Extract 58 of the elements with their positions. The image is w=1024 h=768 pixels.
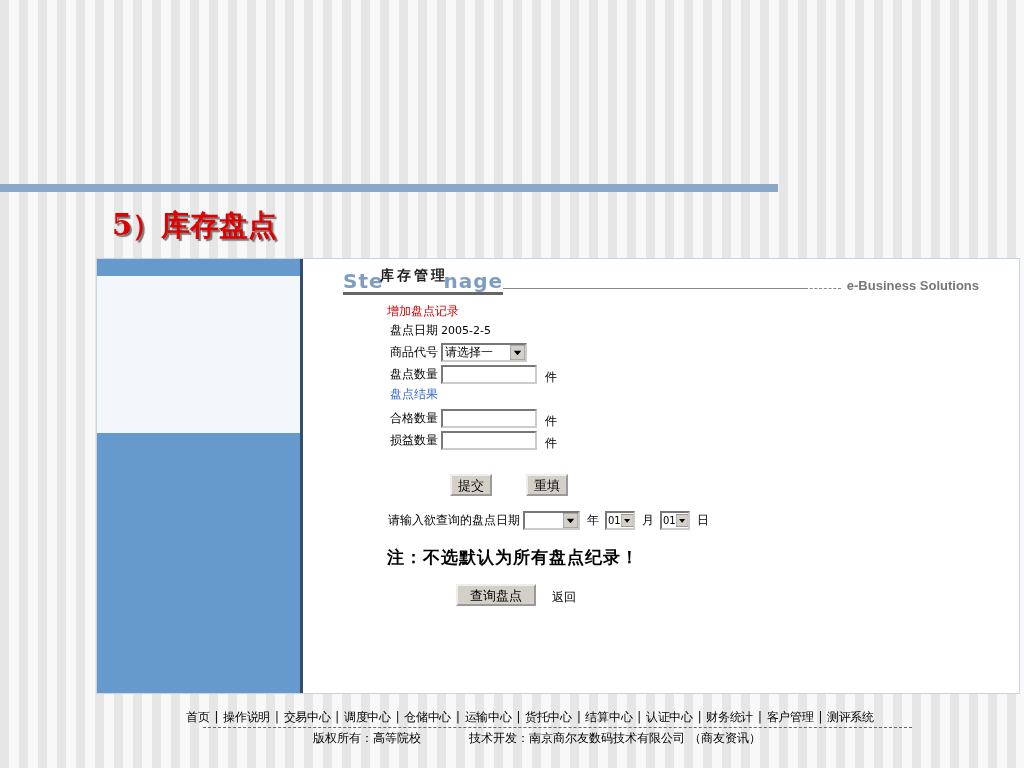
nav-link[interactable]: 认证中心 [645,710,693,725]
dropdown-arrow-icon[interactable] [620,513,633,528]
nav-link[interactable]: 首页 [186,710,210,725]
field-label: 合格数量 [390,409,438,427]
separator: | [818,710,823,725]
date-value: 2005-2-5 [441,323,491,337]
separator: | [697,710,702,725]
separator: | [335,710,339,725]
separator: | [576,710,581,725]
unit-label: 件 [545,412,557,430]
separator: | [637,710,641,725]
nav-link[interactable]: 仓储中心 [404,710,452,725]
separator: | [214,710,219,725]
back-link[interactable]: 返回 [552,583,576,606]
form-button[interactable]: 提交 [450,474,492,496]
separator: | [758,710,762,725]
separator: | [456,710,460,725]
dropdown-arrow-icon[interactable] [510,344,525,360]
nav-link[interactable]: 货托中心 [525,710,572,725]
field-label: 损益数量 [390,431,438,449]
input-field[interactable] [441,430,537,450]
nav-link[interactable]: 操作说明 [223,710,270,725]
dropdown-arrow-icon[interactable] [675,513,688,528]
nav-link[interactable]: 运输中心 [464,710,512,725]
developer-text: 技术开发：南京商尔友数码技术有限公司 （商友资讯） [469,731,761,746]
nav-link[interactable]: 测评系统 [827,710,874,725]
separator: | [274,710,279,725]
tagline: e-Business Solutions [846,277,979,295]
unit-label: 件 [545,368,557,386]
slide-title: 5）库存盘点 [112,208,279,244]
nav-link[interactable]: 财务统计 [706,710,754,725]
dropdown[interactable]: 请选择一 [441,342,527,362]
unit-label: 月 [642,512,654,529]
form-button[interactable]: 重填 [526,474,568,496]
copyright-text: 版权所有：高等院校 [313,731,421,746]
field-label: 商品代号 [390,343,438,361]
note-text: 注：不选默认为所有盘点纪录！ [387,546,640,569]
query-button[interactable]: 查询盘点 [456,583,536,606]
dropdown[interactable] [523,511,580,530]
field-label: 盘点日期 [390,321,438,339]
input-field[interactable] [441,364,537,384]
nav-link[interactable]: 结算中心 [585,710,633,725]
separator: | [395,710,400,725]
field-label: 盘点数量 [390,365,438,383]
nav-link[interactable]: 交易中心 [283,710,331,725]
nav-link[interactable]: 调度中心 [343,710,391,725]
unit-label: 件 [545,434,557,452]
nav-link[interactable]: 客户管理 [766,710,814,725]
unit-label: 日 [697,512,709,529]
dropdown-arrow-icon[interactable] [563,513,578,528]
dropdown[interactable]: 01 [660,511,690,530]
dropdown[interactable]: 01 [605,511,635,530]
separator: | [516,710,521,725]
unit-label: 年 [587,512,599,529]
section-heading: 盘点结果 [390,385,438,403]
input-field[interactable] [441,408,537,428]
form-heading: 增加盘点记录 [387,304,460,319]
field-label: 请输入欲查询的盘点日期 [388,512,520,529]
